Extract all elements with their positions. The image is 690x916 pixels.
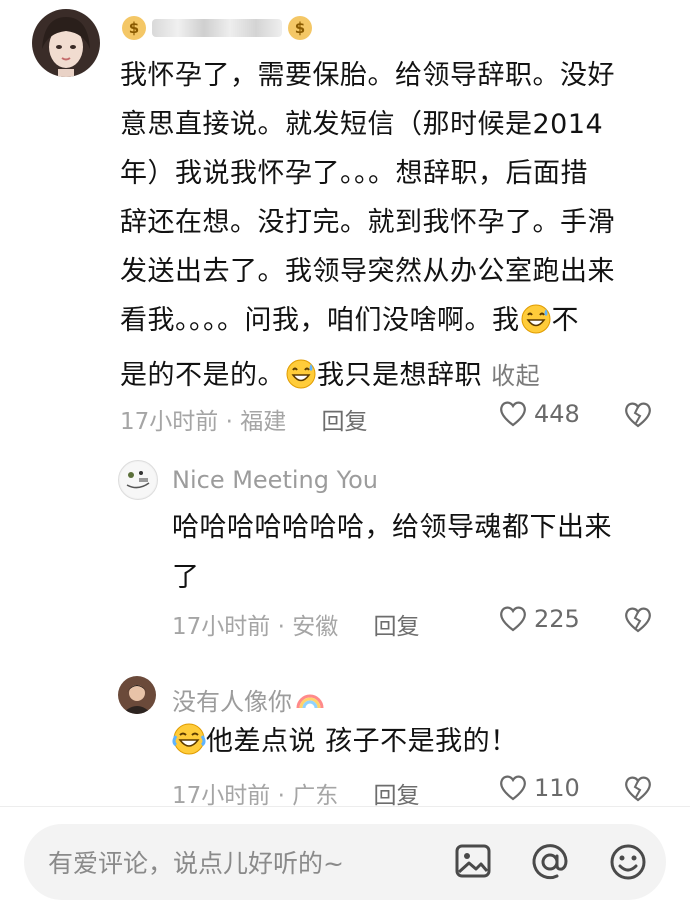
comment-line: 发送出去了。我领导突然从办公室跑出来 (120, 256, 615, 287)
reply-text[interactable]: 哈哈哈哈哈哈哈，给领导魂都下出来 了 (172, 503, 652, 603)
reply-location: 安徽 (292, 614, 339, 640)
avatar-image (118, 676, 156, 714)
broken-heart-icon (625, 402, 651, 428)
comment-line: 辞还在想。没打完。就到我怀孕了。手滑 (120, 207, 615, 238)
reply-button[interactable]: 回复 (322, 409, 368, 435)
like-count: 225 (534, 605, 580, 633)
reply-text[interactable]: 他差点说 孩子不是我的！ (172, 717, 652, 773)
comment-segment: 不 (551, 305, 579, 336)
like-count: 448 (534, 400, 580, 428)
meta-separator: · (277, 614, 285, 640)
avatar-image (32, 9, 100, 77)
money-bag-icon: $ (122, 16, 146, 40)
comment-line: 我怀孕了，需要保胎。给领导辞职。没好 (120, 60, 615, 91)
comment-segment: 我只是想辞职 (317, 360, 482, 391)
comment-segment: 看我。。。。问我，咱们没啥啊。我 (120, 305, 520, 336)
reply-button[interactable]: 回复 (374, 614, 420, 640)
redacted-name (152, 19, 282, 37)
avatar-image (120, 462, 156, 498)
reply-time: 17小时前 (172, 614, 271, 640)
reply-avatar[interactable] (118, 676, 156, 714)
reply-meta: 17小时前 · 安徽 回复 (172, 607, 420, 641)
sweat-smile-emoji (285, 357, 317, 406)
rainbow-icon (296, 694, 324, 708)
reply-line: 了 (172, 562, 200, 593)
comment-input-placeholder[interactable]: 有爱评论，说点儿好听的~ (48, 844, 344, 880)
author-name[interactable]: $ $ (122, 16, 312, 40)
comment-location: 福建 (240, 409, 287, 435)
reply-author[interactable]: 没有人像你 (172, 682, 324, 717)
sweat-smile-emoji (520, 302, 552, 351)
reply-meta: 17小时前 · 广东 回复 (172, 776, 420, 810)
divider (0, 806, 690, 807)
avatar[interactable] (32, 9, 100, 77)
comment-text[interactable]: 我怀孕了，需要保胎。给领导辞职。没好 意思直接说。就发短信（那时候是2014 年… (120, 51, 660, 406)
emoji-icon (610, 844, 646, 880)
image-button[interactable] (454, 842, 492, 884)
reply-avatar[interactable] (118, 460, 158, 500)
like-button[interactable]: 448 (498, 400, 580, 428)
broken-heart-icon (625, 776, 651, 802)
comment-meta: 17小时前 · 福建 回复 (120, 402, 368, 436)
like-button[interactable]: 110 (498, 774, 580, 802)
reply-author-name[interactable]: Nice Meeting You (172, 466, 378, 494)
collapse-button[interactable]: 收起 (491, 362, 540, 390)
heart-icon (500, 401, 526, 427)
comment-time: 17小时前 (120, 409, 219, 435)
money-bag-icon: $ (288, 16, 312, 40)
reply-line: 哈哈哈哈哈哈哈，给领导魂都下出来 (172, 512, 612, 543)
heart-icon (500, 606, 526, 632)
at-icon (532, 844, 568, 880)
broken-heart-icon (625, 607, 651, 633)
reply-line: 他差点说 孩子不是我的！ (206, 726, 518, 757)
comment-line: 看我。。。。问我，咱们没啥啊。我不 (120, 296, 660, 351)
image-icon (455, 844, 491, 878)
comment-segment: 是的不是的。 (120, 360, 285, 391)
reply-author-name[interactable]: 没有人像你 (172, 682, 292, 717)
dislike-button[interactable] (623, 775, 653, 807)
comment-line: 意思直接说。就发短信（那时候是2014 (120, 109, 604, 140)
dislike-button[interactable] (623, 606, 653, 638)
like-button[interactable]: 225 (498, 605, 580, 633)
emoji-button[interactable] (608, 842, 648, 886)
comment-line: 是的不是的。 我只是想辞职 收起 (120, 351, 660, 406)
like-count: 110 (534, 774, 580, 802)
comment-line: 年）我说我怀孕了。。。想辞职，后面措 (120, 158, 588, 189)
laugh-cry-emoji (172, 722, 206, 773)
heart-icon (500, 775, 526, 801)
dislike-button[interactable] (623, 401, 653, 433)
meta-separator: · (225, 409, 233, 435)
mention-button[interactable] (530, 842, 570, 886)
